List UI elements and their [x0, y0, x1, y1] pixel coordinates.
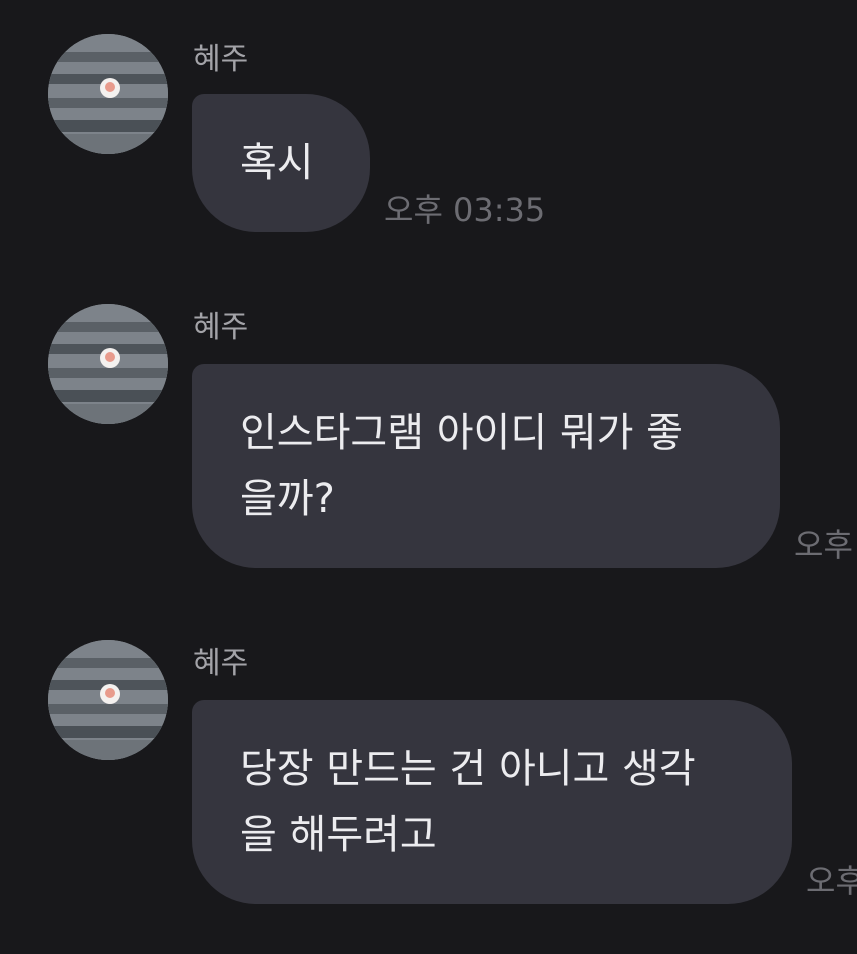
chat-message-list[interactable]: 혜주 혹시 오후 03:35 혜주 인스타그램 아이디 뭐가 좋 을까? 오후 [0, 0, 857, 954]
message-bubble[interactable]: 당장 만드는 건 아니고 생각 을 해두려고 [192, 700, 792, 904]
message-bubble[interactable]: 혹시 [192, 94, 370, 232]
message-time: 오후 [806, 862, 857, 900]
avatar-image [48, 640, 168, 760]
sender-name: 혜주 [193, 310, 249, 345]
message-text: 당장 만드는 건 아니고 생각 을 해두려고 [240, 746, 696, 858]
sender-avatar[interactable] [48, 640, 168, 760]
sender-name: 혜주 [193, 646, 249, 681]
sender-avatar[interactable] [48, 304, 168, 424]
sender-avatar[interactable] [48, 34, 168, 154]
message-time: 오후 [794, 526, 853, 564]
sender-name: 혜주 [193, 42, 249, 77]
message-text: 인스타그램 아이디 뭐가 좋 을까? [240, 410, 683, 522]
message-bubble[interactable]: 인스타그램 아이디 뭐가 좋 을까? [192, 364, 780, 568]
message-time: 오후 03:35 [384, 191, 546, 229]
avatar-image [48, 34, 168, 154]
avatar-image [48, 304, 168, 424]
message-text: 혹시 [240, 140, 314, 186]
